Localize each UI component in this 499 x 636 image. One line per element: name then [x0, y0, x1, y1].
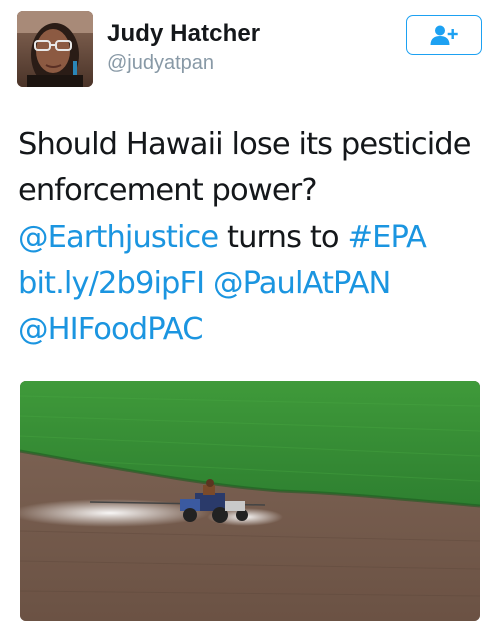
tweet-hashtag-link[interactable]: #EPA: [347, 220, 426, 255]
tweet-card: Judy Hatcher @judyatpan Should Hawaii lo…: [0, 0, 499, 636]
tweet-text-segment: turns to: [218, 219, 348, 255]
add-user-icon: [430, 25, 458, 45]
tweet-mention-link[interactable]: @PaulAtPAN: [213, 266, 391, 301]
user-display-name[interactable]: Judy Hatcher: [107, 20, 260, 48]
user-handle[interactable]: @judyatpan: [107, 52, 214, 75]
tweet-url-link[interactable]: bit.ly/2b9ipFI: [18, 266, 205, 301]
tweet-mention-link[interactable]: @Earthjustice: [18, 220, 219, 255]
tweet-text-segment: [204, 266, 213, 301]
tweet-text-segment: Should Hawaii lose its pesticide enforce…: [18, 127, 472, 209]
follow-button[interactable]: [406, 15, 482, 55]
tweet-text: Should Hawaii lose its pesticide enforce…: [18, 122, 488, 353]
tweet-media-photo[interactable]: [20, 381, 480, 621]
field-tractor-photo: [20, 381, 480, 621]
avatar-photo: [17, 11, 93, 87]
avatar[interactable]: [17, 11, 93, 87]
tweet-mention-link[interactable]: @HIFoodPAC: [18, 312, 204, 347]
